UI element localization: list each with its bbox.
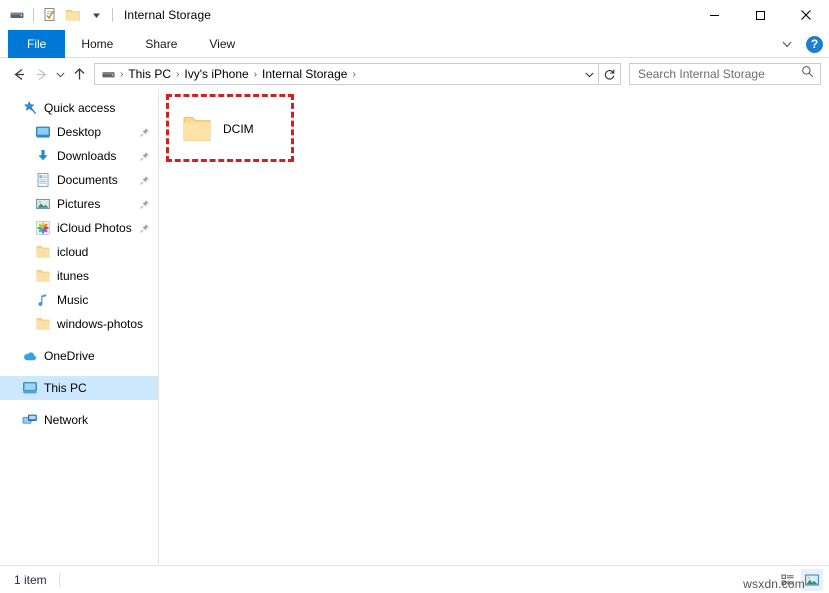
sidebar-item-icloud[interactable]: icloud — [0, 240, 158, 264]
forward-button[interactable] — [30, 62, 52, 86]
network-icon — [22, 412, 38, 428]
sidebar-label: Music — [57, 293, 88, 307]
sidebar-label: iCloud Photos — [57, 221, 132, 235]
file-explorer-window: Internal Storage File Home Share View ? — [0, 0, 829, 593]
search-box[interactable] — [629, 63, 821, 85]
details-view-button[interactable] — [777, 569, 799, 591]
file-list-pane[interactable]: DCIM — [159, 89, 829, 565]
sidebar-item-windows-photos[interactable]: windows-photos — [0, 312, 158, 336]
close-button[interactable] — [783, 0, 829, 30]
sidebar-item-desktop[interactable]: Desktop — [0, 120, 158, 144]
help-icon[interactable]: ? — [806, 36, 823, 53]
sidebar-label: icloud — [57, 245, 88, 259]
breadcrumb-internal-storage[interactable]: Internal Storage — [258, 67, 351, 81]
ribbon-right-controls: ? — [778, 30, 823, 58]
status-bar: 1 item wsxdn.com — [0, 565, 829, 593]
ribbon-tab-bar: File Home Share View ? — [0, 30, 829, 58]
pictures-icon — [35, 196, 51, 212]
sidebar-group-gap — [0, 336, 158, 344]
sidebar-label: Downloads — [57, 149, 116, 163]
desktop-icon — [35, 124, 51, 140]
chevron-down-icon[interactable] — [778, 35, 796, 53]
folder-icon — [181, 113, 213, 145]
search-icon[interactable] — [801, 65, 814, 83]
qat-separator — [33, 8, 34, 22]
sidebar-label: Desktop — [57, 125, 101, 139]
icloud-photos-icon — [35, 220, 51, 236]
sidebar-label: Quick access — [44, 101, 115, 115]
tab-home[interactable]: Home — [65, 30, 129, 58]
pin-icon[interactable] — [139, 223, 150, 234]
folder-icon — [35, 244, 51, 260]
tab-share[interactable]: Share — [129, 30, 193, 58]
address-bar: › This PC › Ivy's iPhone › Internal Stor… — [0, 59, 829, 89]
back-button[interactable] — [8, 62, 30, 86]
quick-access-toolbar — [0, 6, 115, 24]
chevron-down-icon[interactable] — [87, 6, 105, 24]
sidebar-group-gap — [0, 368, 158, 376]
sidebar-item-icloud-photos[interactable]: iCloud Photos — [0, 216, 158, 240]
this-pc-icon — [22, 380, 38, 396]
drive-icon — [98, 67, 119, 82]
onedrive-icon — [22, 348, 38, 364]
maximize-button[interactable] — [737, 0, 783, 30]
sidebar-label: Pictures — [57, 197, 100, 211]
sidebar-label: OneDrive — [44, 349, 95, 363]
title-bar: Internal Storage — [0, 0, 829, 30]
music-icon — [35, 292, 51, 308]
up-button[interactable] — [68, 62, 90, 86]
sidebar-item-music[interactable]: Music — [0, 288, 158, 312]
documents-icon — [35, 172, 51, 188]
sidebar-label: Documents — [57, 173, 118, 187]
sidebar-item-itunes[interactable]: itunes — [0, 264, 158, 288]
properties-icon[interactable] — [41, 6, 59, 24]
folder-icon — [35, 316, 51, 332]
large-icons-view-button[interactable] — [801, 569, 823, 591]
sidebar-label: itunes — [57, 269, 89, 283]
file-item-dcim[interactable]: DCIM — [173, 99, 291, 159]
sidebar-item-this-pc[interactable]: This PC — [0, 376, 158, 400]
downloads-icon — [35, 148, 51, 164]
qat-separator-2 — [112, 8, 113, 22]
item-count-label: 1 item — [14, 573, 47, 587]
breadcrumb-bar[interactable]: › This PC › Ivy's iPhone › Internal Stor… — [94, 63, 599, 85]
sidebar-item-network[interactable]: Network — [0, 408, 158, 432]
minimize-button[interactable] — [691, 0, 737, 30]
file-item-label: DCIM — [223, 122, 254, 136]
sidebar-label: windows-photos — [57, 317, 143, 331]
window-controls — [691, 0, 829, 30]
navigation-pane: Quick access Desktop — [0, 89, 159, 565]
sidebar-item-onedrive[interactable]: OneDrive — [0, 344, 158, 368]
sidebar-item-quick-access[interactable]: Quick access — [0, 96, 158, 120]
refresh-icon[interactable] — [599, 63, 621, 85]
drive-icon[interactable] — [8, 6, 26, 24]
chevron-down-icon[interactable] — [580, 64, 598, 84]
breadcrumb-separator[interactable]: › — [351, 69, 356, 80]
tab-file[interactable]: File — [8, 30, 65, 58]
tab-view[interactable]: View — [193, 30, 251, 58]
folder-icon — [35, 268, 51, 284]
star-pin-icon — [22, 100, 38, 116]
status-separator — [59, 573, 60, 587]
breadcrumb-this-pc[interactable]: This PC — [124, 67, 175, 81]
recent-locations-button[interactable] — [52, 62, 68, 86]
window-title: Internal Storage — [124, 8, 211, 22]
pin-icon[interactable] — [139, 127, 150, 138]
view-mode-buttons — [777, 569, 823, 591]
sidebar-item-documents[interactable]: Documents — [0, 168, 158, 192]
pin-icon[interactable] — [139, 199, 150, 210]
sidebar-group-gap — [0, 400, 158, 408]
sidebar-label: Network — [44, 413, 88, 427]
sidebar-item-downloads[interactable]: Downloads — [0, 144, 158, 168]
sidebar-label: This PC — [44, 381, 87, 395]
pin-icon[interactable] — [139, 151, 150, 162]
new-folder-icon[interactable] — [64, 6, 82, 24]
breadcrumb-ivys-iphone[interactable]: Ivy's iPhone — [180, 67, 252, 81]
sidebar-item-pictures[interactable]: Pictures — [0, 192, 158, 216]
pin-icon[interactable] — [139, 175, 150, 186]
search-input[interactable] — [636, 66, 801, 82]
explorer-body: Quick access Desktop — [0, 89, 829, 565]
